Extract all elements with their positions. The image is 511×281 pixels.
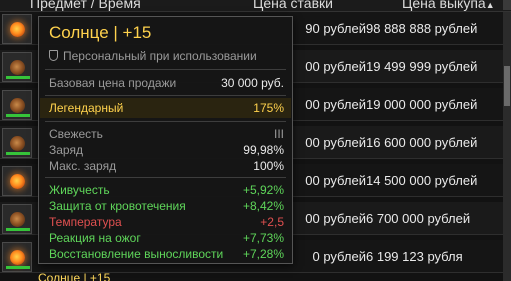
charge-value: 99,98% [243, 143, 284, 157]
base-price-row: Базовая цена продажи 30 000 руб. [49, 76, 284, 90]
max-charge-row: Макс. заряд 100% [49, 159, 284, 173]
buyout-price: 19 499 999 рублей [366, 59, 478, 74]
stat-row: Температура +2,5 [49, 215, 284, 229]
scrollbar[interactable] [503, 12, 511, 281]
base-price-label: Базовая цена продажи [49, 76, 177, 90]
next-row-item-name: Солнце | +15 [38, 271, 111, 281]
charge-bar [6, 76, 30, 79]
buyout-price: 16 600 000 рублей [366, 135, 478, 150]
freshness-value: III [273, 127, 284, 141]
sun-artifact-icon [10, 22, 25, 37]
tooltip-header: Солнце | +15 Персональный при использова… [39, 17, 292, 67]
stat-value: +5,92% [242, 183, 284, 197]
bid-price: 00 рублей [305, 59, 366, 74]
divider [45, 69, 286, 70]
artifact-icon [10, 98, 25, 113]
item-slot[interactable] [2, 166, 32, 196]
stat-value: +2,5 [260, 215, 284, 229]
tooltip-title: Солнце | +15 [49, 23, 152, 42]
stat-label: Восстановление выносливости [49, 247, 224, 261]
item-slot[interactable] [2, 128, 32, 158]
bid-price: 00 рублей [305, 173, 366, 188]
bid-price: 00 рублей [305, 97, 366, 112]
artifact-icon [10, 212, 25, 227]
bid-price: 00 рублей [305, 211, 366, 226]
item-column-label: Предмет [30, 0, 87, 11]
stat-label: Живучесть [49, 183, 110, 197]
time-column-label: Время [98, 0, 141, 11]
item-slot[interactable] [2, 204, 32, 234]
item-tooltip: Солнце | +15 Персональный при использова… [38, 16, 293, 264]
shield-icon [49, 50, 58, 61]
column-buy-header[interactable]: Цена выкупа▲ [402, 0, 495, 11]
bid-price: 90 рублей [305, 21, 366, 36]
stat-value: +7,73% [242, 231, 284, 245]
buyout-price: 6 700 000 рублей [366, 211, 471, 226]
stat-label: Температура [49, 215, 122, 229]
charge-label: Заряд [49, 143, 83, 157]
column-bid-header[interactable]: Цена ставки [253, 0, 333, 11]
base-price-value: 30 000 руб. [221, 76, 284, 90]
stat-value: +8,42% [242, 199, 284, 213]
freshness-row: Свежесть III [49, 127, 284, 141]
stat-row: Реакция на ожог +7,73% [49, 231, 284, 245]
stat-label: Защита от кровотечения [49, 199, 186, 213]
header-separator: / [90, 0, 95, 11]
stat-label: Реакция на ожог [49, 231, 141, 245]
item-slot[interactable] [2, 242, 32, 272]
stat-row: Восстановление выносливости +7,28% [49, 247, 284, 261]
max-charge-value: 100% [253, 159, 284, 173]
charge-bar [6, 152, 30, 155]
artifact-icon [10, 136, 25, 151]
personal-text: Персональный при использовании [63, 49, 257, 63]
divider [45, 177, 286, 178]
rarity-label: Легендарный [49, 101, 124, 115]
max-charge-label: Макс. заряд [49, 159, 117, 173]
buyout-price: 19 000 000 рублей [366, 97, 478, 112]
stat-row: Живучесть +5,92% [49, 183, 284, 197]
buyout-price: 14 500 000 рублей [366, 173, 478, 188]
rarity-row: Легендарный 175% [49, 101, 284, 115]
divider [45, 95, 286, 96]
table-header: Предмет / Время Цена ставки Цена выкупа▲ [0, 0, 511, 12]
column-item-time-header[interactable]: Предмет / Время [30, 0, 141, 11]
buyout-price: 98 888 888 рублей [366, 21, 478, 36]
charge-row: Заряд 99,98% [49, 143, 284, 157]
item-slot[interactable] [2, 52, 32, 82]
item-slot[interactable] [2, 14, 32, 44]
personal-note: Персональный при использовании [49, 49, 257, 63]
buy-column-label: Цена выкупа [402, 0, 486, 11]
stat-value: +7,28% [242, 247, 284, 261]
bid-price: 00 рублей [305, 135, 366, 150]
sort-indicator-icon: ▲ [485, 0, 495, 10]
sun-artifact-icon [10, 174, 25, 189]
bid-price: 0 рублей [312, 249, 366, 264]
freshness-label: Свежесть [49, 127, 103, 141]
charge-bar [6, 228, 30, 231]
charge-bar [6, 266, 30, 269]
scroll-up-button[interactable] [503, 0, 511, 10]
charge-bar [6, 114, 30, 117]
artifact-icon [10, 60, 25, 75]
scrollbar-thumb[interactable] [504, 66, 510, 106]
item-slot[interactable] [2, 90, 32, 120]
buyout-price: 6 199 123 рубля [366, 249, 463, 264]
stat-row: Защита от кровотечения +8,42% [49, 199, 284, 213]
rarity-value: 175% [253, 101, 284, 115]
sun-artifact-icon [10, 250, 25, 265]
divider [45, 121, 286, 122]
